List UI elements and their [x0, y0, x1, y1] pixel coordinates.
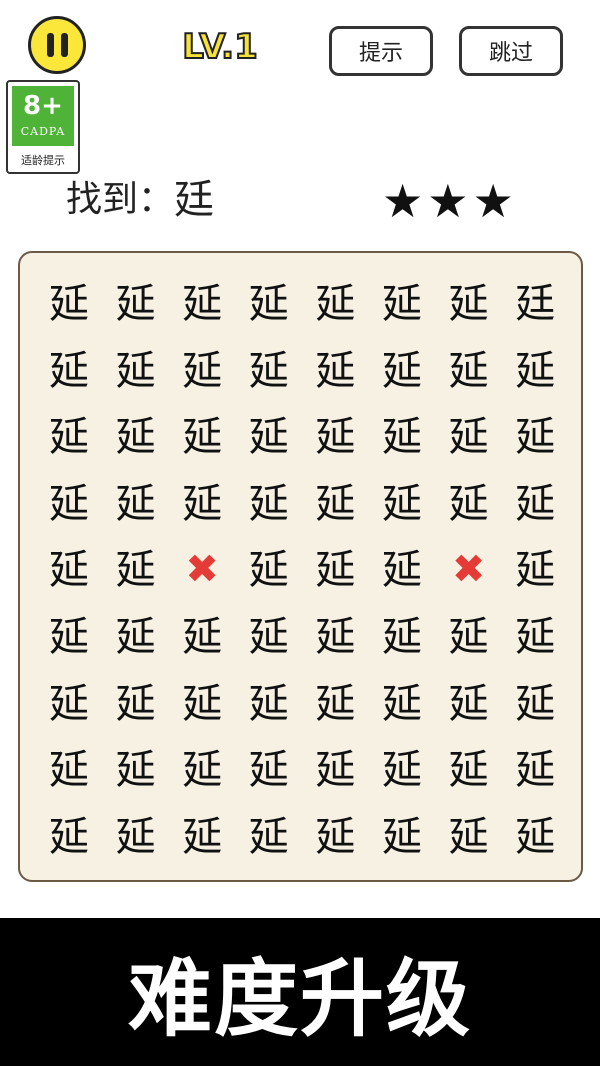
grid-cell[interactable]: 延	[103, 733, 169, 799]
grid-cell[interactable]: 延	[103, 400, 169, 466]
pause-button[interactable]	[28, 16, 86, 74]
promo-banner: 难度升级	[0, 918, 600, 1066]
grid-cell[interactable]: 延	[36, 267, 102, 333]
grid-cell[interactable]: 延	[302, 733, 368, 799]
grid-cell[interactable]: 延	[36, 800, 102, 866]
grid-cell[interactable]: 延	[36, 467, 102, 533]
star-icon: ★	[472, 174, 514, 228]
age-rating-panel: 8+ CADPA	[12, 86, 74, 146]
find-target-character: 廷	[174, 177, 215, 223]
grid-cell[interactable]: 延	[436, 733, 502, 799]
grid-cell[interactable]: 延	[236, 667, 302, 733]
grid-cell[interactable]: 延	[302, 400, 368, 466]
grid-cell[interactable]: 延	[36, 667, 102, 733]
grid-cell[interactable]: 延	[236, 267, 302, 333]
grid-cell[interactable]: 延	[36, 334, 102, 400]
star-icon: ★	[382, 174, 424, 228]
grid-cell[interactable]: 延	[436, 334, 502, 400]
grid-cell[interactable]: 延	[369, 733, 435, 799]
grid-cell[interactable]: 延	[436, 467, 502, 533]
grid-cell[interactable]: 延	[236, 733, 302, 799]
star-icon: ★	[427, 174, 469, 228]
grid-cell[interactable]: 延	[369, 467, 435, 533]
grid-cell[interactable]: 延	[502, 467, 568, 533]
wrong-mark-icon: ✖	[185, 547, 219, 594]
age-rating-caption: 适龄提示	[21, 154, 65, 167]
grid-cell[interactable]: 延	[169, 334, 235, 400]
grid-cell[interactable]: 延	[369, 267, 435, 333]
grid-cell[interactable]: 延	[169, 667, 235, 733]
age-rating-value: 8+	[23, 91, 63, 121]
grid-cell[interactable]: ✖	[169, 533, 235, 599]
grid-cell[interactable]: 延	[302, 334, 368, 400]
wrong-mark-icon: ✖	[451, 547, 486, 594]
grid-cell[interactable]: 廷	[502, 267, 568, 333]
grid-cell[interactable]: 延	[236, 334, 302, 400]
grid-cell[interactable]: 延	[36, 600, 102, 666]
grid-cell[interactable]: 延	[103, 267, 169, 333]
pause-icon-bar-right	[60, 33, 68, 57]
grid-cell[interactable]: 延	[169, 800, 235, 866]
pause-icon-bar-left	[46, 33, 54, 57]
grid-cell[interactable]: 延	[302, 533, 368, 599]
grid-cell[interactable]: 延	[36, 733, 102, 799]
grid-cell[interactable]: 延	[502, 667, 568, 733]
grid-cell[interactable]: 延	[369, 334, 435, 400]
find-target-instruction: 找到： 廷	[66, 180, 214, 220]
grid-cell[interactable]: 延	[502, 733, 568, 799]
hint-button[interactable]: 提示	[329, 26, 433, 76]
grid-cell[interactable]: 延	[36, 533, 102, 599]
grid-cell[interactable]: 延	[103, 667, 169, 733]
grid-cell[interactable]: 延	[103, 533, 169, 599]
grid-cell[interactable]: 延	[169, 400, 235, 466]
grid-cell[interactable]: 延	[436, 800, 502, 866]
star-rating: ★ ★ ★	[382, 178, 514, 224]
grid-cell[interactable]: 延	[169, 600, 235, 666]
grid-cell[interactable]: 延	[169, 267, 235, 333]
grid-cell[interactable]: 延	[302, 600, 368, 666]
age-rating-org: CADPA	[20, 125, 66, 138]
grid-cell[interactable]: 延	[302, 800, 368, 866]
grid-cell[interactable]: 延	[369, 667, 435, 733]
grid-cell[interactable]: 延	[369, 400, 435, 466]
grid-cell[interactable]: 延	[103, 467, 169, 533]
grid-cell[interactable]: 延	[436, 600, 502, 666]
grid-cell[interactable]: 延	[103, 800, 169, 866]
grid-cell[interactable]: 延	[169, 733, 235, 799]
grid-cell[interactable]: 延	[369, 533, 435, 599]
grid-cell[interactable]: 延	[502, 800, 568, 866]
grid-cell[interactable]: 延	[236, 533, 302, 599]
age-rating-badge: 8+ CADPA 适龄提示	[6, 80, 80, 174]
grid-cell[interactable]: 延	[236, 800, 302, 866]
grid-cell[interactable]: 延	[436, 667, 502, 733]
level-indicator: LV.1	[181, 27, 259, 67]
grid-cell[interactable]: 延	[36, 400, 102, 466]
grid-cell[interactable]: 延	[236, 600, 302, 666]
grid-cell[interactable]: 延	[502, 334, 568, 400]
grid-cell[interactable]: 延	[103, 600, 169, 666]
grid-cell[interactable]: 延	[436, 267, 502, 333]
character-grid-board: 延延延延延延延廷延延延延延延延延延延延延延延延延延延延延延延延延延延 ✖ 延延延 ✖ 延…	[18, 251, 583, 882]
grid-cell[interactable]: 延	[369, 800, 435, 866]
grid-cell[interactable]: 延	[302, 267, 368, 333]
grid-cell[interactable]: 延	[236, 400, 302, 466]
find-target-prefix: 找到：	[66, 179, 175, 220]
grid-cell[interactable]: 延	[502, 600, 568, 666]
skip-button[interactable]: 跳过	[459, 26, 563, 76]
grid-cell[interactable]: 延	[169, 467, 235, 533]
grid-cell[interactable]: 延	[236, 467, 302, 533]
grid-cell[interactable]: ✖	[436, 533, 502, 599]
grid-cell[interactable]: 延	[502, 533, 568, 599]
grid-cell[interactable]: 延	[502, 400, 568, 466]
grid-cell[interactable]: 延	[302, 667, 368, 733]
grid-cell[interactable]: 延	[103, 334, 169, 400]
grid-cell[interactable]: 延	[436, 400, 502, 466]
grid-cell[interactable]: 延	[369, 600, 435, 666]
grid-cell[interactable]: 延	[302, 467, 368, 533]
